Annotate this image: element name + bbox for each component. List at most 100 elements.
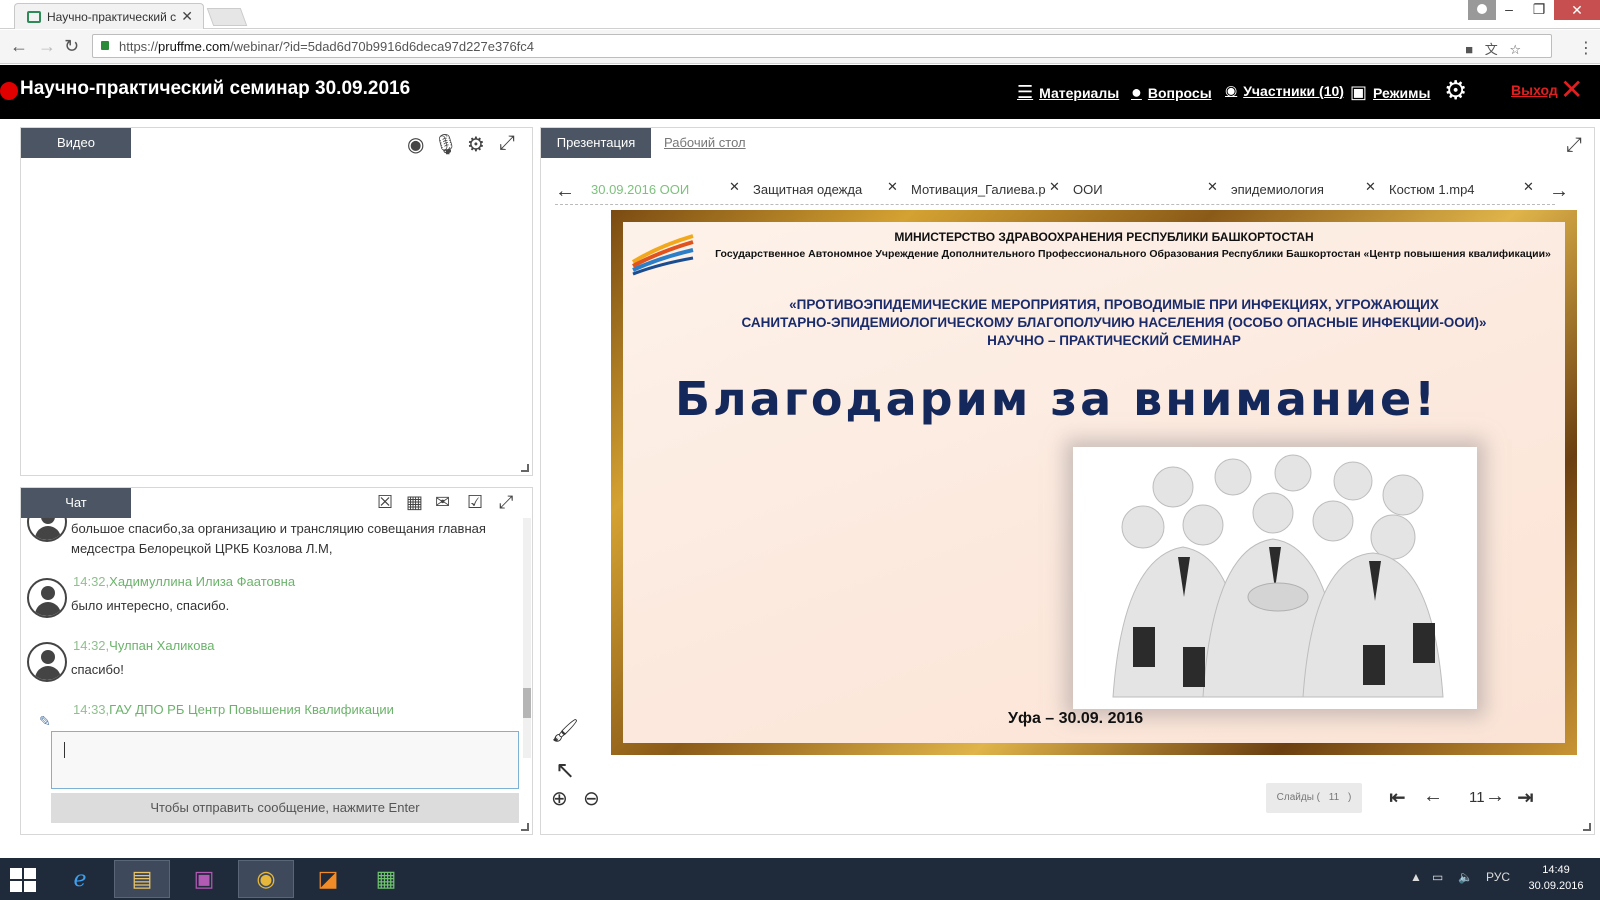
outlook-icon[interactable]: ◪ [300,860,356,898]
questions-label: Вопросы [1147,84,1212,101]
maximize-icon[interactable]: ❐ [1524,0,1554,20]
chat-messages: большое спасибо,за организацию и трансля… [21,518,521,758]
webcam-icon[interactable]: ◉ [407,132,424,157]
presentation-resize-handle[interactable] [1583,823,1591,831]
browser-menu-icon[interactable]: ⋮ [1578,38,1594,58]
presentation-panel: Презентация Рабочий стол ⤢ ← 30.09.2016 … [540,127,1595,835]
zoom-in-icon[interactable]: ⊕ [551,786,568,811]
camera-icon[interactable]: ■ [1465,42,1473,57]
clock-date: 30.09.2016 [1528,880,1584,892]
exit-close-icon[interactable]: ✕ [1560,73,1583,106]
video-expand-icon[interactable]: ⤢ [499,132,515,155]
reload-icon[interactable]: ↻ [64,36,79,57]
close-file-icon[interactable]: ✕ [1523,179,1534,195]
video-settings-gear-icon[interactable]: ⚙ [467,132,485,157]
user-profile-icon[interactable] [1468,0,1496,20]
email-icon[interactable]: ✉ [435,492,450,513]
browser-tab[interactable]: Научно-практический с ✕ [14,3,204,29]
close-file-icon[interactable]: ✕ [1049,179,1060,195]
presentation-expand-icon[interactable]: ⤢ [1566,134,1582,157]
forward-arrow-icon[interactable]: → [38,36,56,57]
tray-expand-icon[interactable]: ▲ [1410,870,1422,884]
system-clock[interactable]: 14:49 30.09.2016 [1526,862,1586,894]
teamwork-figures-illustration [1073,447,1477,709]
participants-button[interactable]: ◉ Участники (10) [1225,82,1344,99]
address-bar-row: ← → ↻ https://pruffme.com/webinar/?id=5d… [0,30,1600,64]
materials-button[interactable]: ☰ Материалы [1017,82,1119,103]
slide-organization: Государственное Автономное Учреждение До… [715,248,1551,260]
file-explorer-icon[interactable]: ▤ [114,860,170,898]
internet-explorer-icon[interactable]: ℯ [52,860,108,898]
settings-gear-icon[interactable]: ⚙ [1444,75,1467,106]
file-tab[interactable]: эпидемиология [1231,182,1361,204]
file-tab[interactable]: Мотивация_Галиева.р [911,182,1047,204]
excel-export-icon[interactable]: ▦ [406,492,423,513]
zoom-out-icon[interactable]: ⊖ [583,786,600,811]
windows-start-icon[interactable] [10,868,36,892]
slide-theme: «ПРОТИВОЭПИДЕМИЧЕСКИЕ МЕРОПРИЯТИЯ, ПРОВО… [623,296,1565,350]
close-file-icon[interactable]: ✕ [1365,179,1376,195]
teamwork-figures-image [1073,447,1477,709]
chat-resize-handle[interactable] [521,823,529,831]
slides-counter-label: Слайды ( [1276,792,1321,803]
tab-desktop[interactable]: Рабочий стол [664,135,746,150]
video-resize-handle[interactable] [521,464,529,472]
files-next-arrow-icon[interactable]: → [1549,180,1569,203]
minimize-icon[interactable]: – [1494,0,1524,20]
close-file-icon[interactable]: ✕ [887,179,898,195]
chat-expand-icon[interactable]: ⤢ [499,492,513,513]
slides-counter-close: ) [1347,792,1352,803]
video-tab[interactable]: Видео [21,128,131,158]
new-tab-button[interactable] [206,8,248,26]
volume-icon[interactable]: 🔈 [1458,870,1473,884]
last-slide-icon[interactable]: ⇥ [1517,785,1534,810]
exit-button[interactable]: Выход [1511,82,1558,98]
avatar [27,578,67,618]
chrome-browser-icon[interactable]: ◉ [238,860,294,898]
pointer-tool-icon[interactable]: ↖ [555,756,575,785]
first-slide-icon[interactable]: ⇤ [1389,785,1406,810]
page-favicon-icon [27,11,41,23]
browser-tab-bar: Научно-практический с ✕ – ❐ ✕ [0,0,1600,29]
chat-panel: Чат ☒ ▦ ✉ ☑ ⤢ большое спасибо,за организ… [20,487,533,835]
close-file-icon[interactable]: ✕ [1207,179,1218,195]
questions-button[interactable]: ● Вопросы [1131,82,1212,103]
file-tab[interactable]: Защитная одежда [753,182,883,204]
close-window-icon[interactable]: ✕ [1554,0,1600,20]
url-input[interactable]: https://pruffme.com/webinar/?id=5dad6d70… [92,34,1552,58]
file-tab[interactable]: ООИ [1073,182,1203,204]
microphone-icon[interactable]: 🎙 [433,132,458,157]
chat-message-meta: 14:32,Хадимуллина Илиза Фаатовна [73,574,296,589]
files-prev-arrow-icon[interactable]: ← [555,180,575,203]
current-slide-number[interactable]: 11 [1469,789,1485,806]
url-text: https://pruffme.com/webinar/?id=5dad6d70… [119,39,535,54]
chat-scrollbar[interactable] [523,518,531,758]
check-icon[interactable]: ☑ [467,492,483,513]
prev-slide-icon[interactable]: ← [1423,785,1443,808]
file-tab[interactable]: 30.09.2016 ООИ [591,182,721,204]
back-arrow-icon[interactable]: ← [10,36,28,57]
close-tab-icon[interactable]: ✕ [181,8,193,25]
chat-message-input[interactable] [51,731,519,789]
bookmark-star-icon[interactable]: ☆ [1509,42,1521,57]
brush-tool-icon[interactable]: 🖌 [551,718,579,744]
translate-icon[interactable]: 文 [1485,42,1498,57]
remote-app-icon[interactable]: ▦ [358,860,414,898]
chat-tab[interactable]: Чат [21,488,131,518]
clear-chat-icon[interactable]: ☒ [377,492,393,513]
close-file-icon[interactable]: ✕ [729,179,740,195]
tab-presentation[interactable]: Презентация [541,128,651,158]
next-slide-icon[interactable]: → [1485,785,1505,808]
modes-button[interactable]: ▣ Режимы [1350,82,1430,103]
chat-scroll-thumb[interactable] [523,688,531,718]
slide-thanks-heading: Благодарим за внимание! [675,372,1439,426]
materials-icon: ☰ [1017,82,1034,102]
file-tab[interactable]: Костюм 1.mp4 [1389,182,1519,204]
network-icon[interactable]: ▭ [1432,870,1443,884]
participants-label: Участники (10) [1243,82,1344,99]
meeting-app-icon[interactable]: ▣ [176,860,232,898]
slide-footer: Уфа – 30.09. 2016 [1008,710,1144,727]
slides-total: 11 [1328,792,1340,803]
send-hint-bar[interactable]: Чтобы отправить сообщение, нажмите Enter [51,793,519,823]
keyboard-language[interactable]: РУС [1486,870,1510,884]
